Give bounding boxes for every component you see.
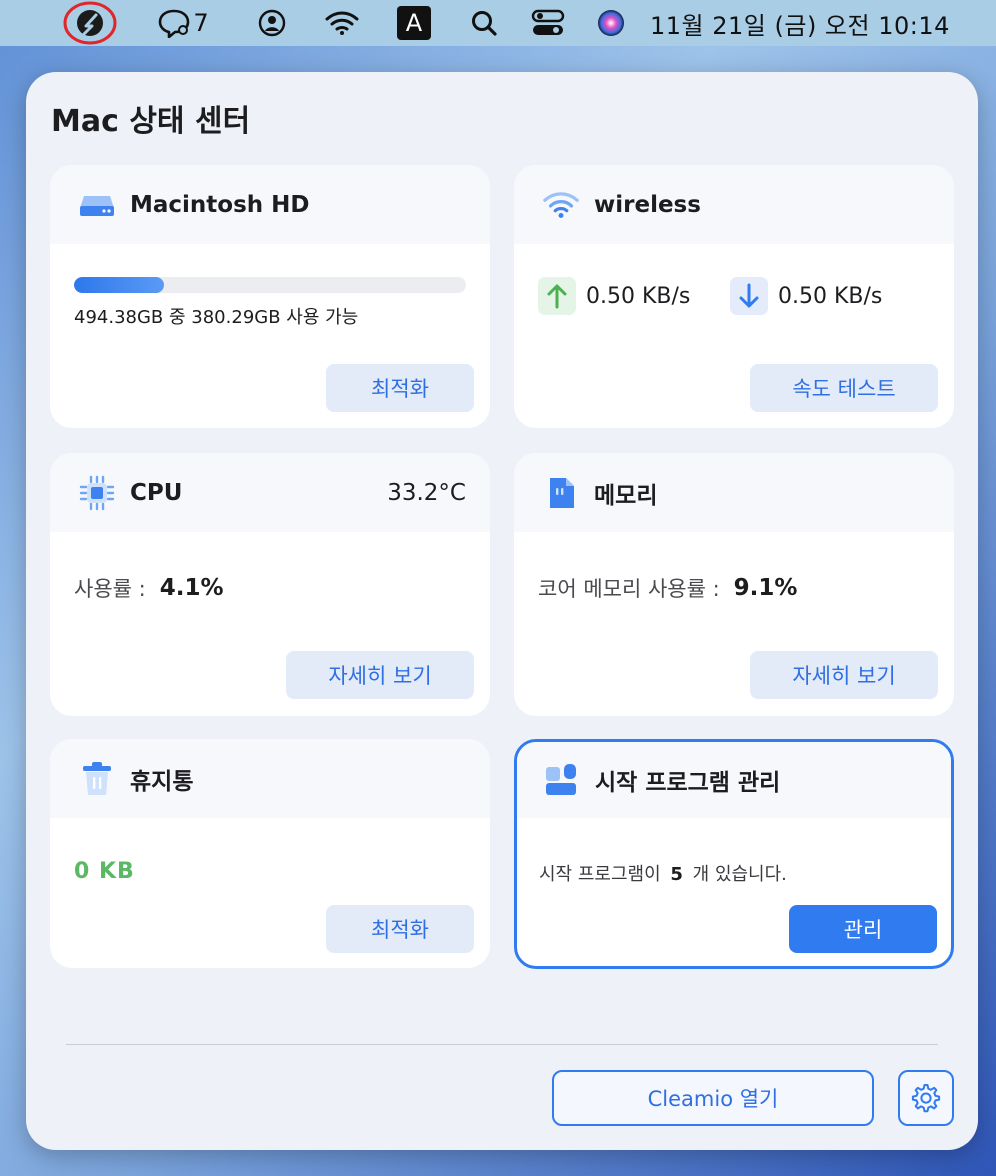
cpu-card: CPU 33.2°C 사용률 : 4.1% 자세히 보기 [50, 453, 490, 716]
status-center-panel: Mac 상태 센터 Macintosh HD 494.38GB 중 380.29… [26, 72, 978, 1150]
trash-card: 휴지통 0 KB 최적화 [50, 739, 490, 968]
cpu-details-button[interactable]: 자세히 보기 [286, 651, 474, 699]
startup-card-header: 시작 프로그램 관리 [517, 742, 951, 818]
input-source-icon: A [397, 6, 431, 40]
memory-details-button[interactable]: 자세히 보기 [750, 651, 938, 699]
wifi-menu-item[interactable] [322, 0, 362, 46]
disk-card-header: Macintosh HD [50, 165, 490, 244]
control-center-icon [531, 9, 565, 35]
startup-text-before: 시작 프로그램이 [539, 864, 661, 885]
settings-button[interactable] [898, 1070, 954, 1126]
trash-card-header: 휴지통 [50, 739, 490, 818]
startup-title: 시작 프로그램 관리 [595, 770, 781, 796]
trash-title: 휴지통 [130, 768, 194, 795]
user-account-menu-item[interactable] [256, 0, 288, 46]
disk-usage-bar [74, 277, 466, 293]
control-center-menu-item[interactable] [528, 0, 568, 46]
gear-icon [911, 1084, 941, 1113]
disk-usage-text: 494.38GB 중 380.29GB 사용 가능 [74, 307, 359, 328]
startup-card: 시작 프로그램 관리 시작 프로그램이 5 개 있습니다. 관리 [514, 739, 954, 969]
memory-usage: 코어 메모리 사용률 : 9.1% [538, 573, 797, 603]
network-card-header: wireless [514, 165, 954, 244]
siri-menu-item[interactable] [594, 0, 628, 46]
cpu-title: CPU [130, 479, 183, 506]
download-arrow-icon [730, 277, 768, 315]
wifi-icon [325, 11, 359, 35]
spotlight-menu-item[interactable] [466, 0, 502, 46]
panel-title: Mac 상태 센터 [51, 104, 251, 139]
wifi-icon [542, 186, 580, 224]
memory-usage-label: 코어 메모리 사용률 : [538, 577, 720, 601]
siri-icon [598, 10, 624, 36]
cpu-usage-label: 사용률 : [74, 577, 146, 601]
hard-drive-icon [78, 186, 116, 224]
cpu-chip-icon [78, 474, 116, 512]
footer-divider [66, 1044, 938, 1045]
speed-test-button[interactable]: 속도 테스트 [750, 364, 938, 412]
open-cleamio-button[interactable]: Cleamio 열기 [552, 1070, 874, 1126]
cpu-temperature: 33.2°C [387, 479, 466, 506]
download-speed-value: 0.50 KB/s [778, 283, 883, 309]
disk-title: Macintosh HD [130, 191, 310, 218]
disk-usage-bar-fill [74, 277, 165, 293]
memory-card-header: 메모리 [514, 453, 954, 532]
cpu-usage: 사용률 : 4.1% [74, 573, 224, 603]
manage-startup-button[interactable]: 관리 [789, 905, 937, 953]
search-icon [472, 11, 497, 36]
startup-text-after: 개 있습니다. [692, 864, 787, 885]
input-source-menu-item[interactable]: A [396, 0, 432, 46]
cleamio-icon [63, 1, 117, 45]
memory-title: 메모리 [594, 482, 658, 509]
menu-bar-clock[interactable]: 11월 21일 (금) 오전 10:14 [650, 0, 970, 46]
startup-apps-icon [543, 761, 581, 799]
cleamio-menu-item[interactable] [62, 0, 118, 46]
startup-count: 5 [670, 864, 683, 885]
chat-icon [159, 9, 190, 38]
cpu-card-header: CPU 33.2°C [50, 453, 490, 532]
memory-card: 메모리 코어 메모리 사용률 : 9.1% 자세히 보기 [514, 453, 954, 716]
trash-optimize-button[interactable]: 최적화 [326, 905, 474, 953]
memory-icon [542, 474, 580, 512]
notification-count: 7 [193, 9, 209, 37]
upload-speed: 0.50 KB/s [538, 277, 690, 315]
input-source-label: A [405, 9, 423, 37]
network-title: wireless [594, 191, 701, 218]
disk-card: Macintosh HD 494.38GB 중 380.29GB 사용 가능 최… [50, 165, 490, 428]
user-account-icon [258, 9, 286, 37]
disk-optimize-button[interactable]: 최적화 [326, 364, 474, 412]
memory-usage-value: 9.1% [733, 575, 798, 601]
startup-count-text: 시작 프로그램이 5 개 있습니다. [539, 860, 787, 886]
upload-arrow-icon [538, 277, 576, 315]
menu-bar: 7 A 11월 21일 (금) 오전 10:14 [0, 0, 996, 46]
upload-speed-value: 0.50 KB/s [586, 283, 691, 309]
chat-menu-item[interactable]: 7 [150, 0, 216, 46]
trash-size: 0 KB [74, 859, 135, 884]
trash-icon [78, 760, 116, 798]
download-speed: 0.50 KB/s [730, 277, 882, 315]
network-card: wireless 0.50 KB/s 0.50 KB/s 속도 테스트 [514, 165, 954, 428]
cpu-usage-value: 4.1% [159, 575, 224, 601]
